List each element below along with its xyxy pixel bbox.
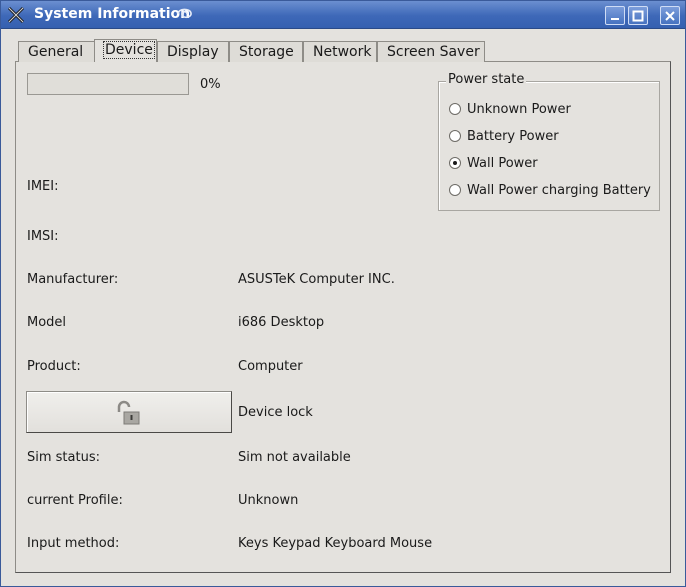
- radio-label: Wall Power charging Battery: [467, 182, 651, 198]
- window-title: System Information: [34, 6, 191, 22]
- manufacturer-value: ASUSTeK Computer INC.: [238, 272, 395, 287]
- tab-display-label: Display: [167, 44, 219, 60]
- radio-indicator[interactable]: [449, 103, 461, 115]
- input-method-label: Input method:: [27, 536, 120, 551]
- tab-general-label: General: [28, 44, 84, 60]
- device-lock-label: Device lock: [238, 405, 313, 420]
- radio-wall-power[interactable]: Wall Power: [449, 154, 538, 172]
- radio-label: Wall Power: [467, 155, 538, 171]
- battery-progress-text: 0%: [200, 77, 221, 92]
- tab-screen-saver-label: Screen Saver: [387, 44, 480, 60]
- system-information-window: System Information General Device Displa…: [0, 0, 686, 587]
- maximize-icon: [632, 10, 644, 22]
- model-value: i686 Desktop: [238, 315, 325, 330]
- manufacturer-label: Manufacturer:: [27, 272, 119, 287]
- maximize-button[interactable]: [628, 6, 648, 25]
- radio-indicator[interactable]: [449, 184, 461, 196]
- battery-progress-bar: [27, 73, 189, 95]
- imei-label: IMEI:: [27, 179, 59, 194]
- radio-battery-power[interactable]: Battery Power: [449, 127, 559, 145]
- model-label: Model: [27, 315, 67, 330]
- radio-indicator[interactable]: [449, 157, 461, 169]
- radio-label: Battery Power: [467, 128, 559, 144]
- current-profile-label: current Profile:: [27, 493, 123, 508]
- sim-status-value: Sim not available: [238, 450, 351, 465]
- radio-label: Unknown Power: [467, 101, 571, 117]
- device-lock-button[interactable]: [26, 391, 232, 433]
- title-bar[interactable]: System Information: [1, 1, 685, 29]
- close-icon: [665, 11, 675, 21]
- close-button[interactable]: [660, 6, 680, 25]
- tab-network[interactable]: Network: [303, 41, 377, 62]
- imsi-label: IMSI:: [27, 229, 59, 244]
- tab-screen-saver[interactable]: Screen Saver: [377, 41, 485, 62]
- radio-unknown-power[interactable]: Unknown Power: [449, 100, 571, 118]
- input-method-value: Keys Keypad Keyboard Mouse: [238, 536, 433, 551]
- radio-wall-power-charging[interactable]: Wall Power charging Battery: [449, 181, 651, 199]
- swirl-icon: [177, 8, 192, 19]
- tab-network-label: Network: [313, 44, 372, 60]
- tab-general[interactable]: General: [18, 41, 95, 62]
- app-icon[interactable]: [7, 6, 25, 24]
- sim-status-label: Sim status:: [27, 450, 100, 465]
- minimize-icon: [611, 18, 619, 20]
- power-state-title: Power state: [446, 72, 527, 87]
- tab-storage[interactable]: Storage: [229, 41, 303, 62]
- tab-storage-label: Storage: [239, 44, 294, 60]
- tab-display[interactable]: Display: [157, 41, 229, 62]
- product-value: Computer: [238, 359, 303, 374]
- minimize-button[interactable]: [605, 6, 625, 25]
- tab-device[interactable]: Device: [94, 39, 157, 62]
- unlocked-padlock-icon: [117, 400, 140, 425]
- radio-indicator[interactable]: [449, 130, 461, 142]
- product-label: Product:: [27, 359, 81, 374]
- current-profile-value: Unknown: [238, 493, 299, 508]
- tab-device-label: Device: [103, 41, 155, 59]
